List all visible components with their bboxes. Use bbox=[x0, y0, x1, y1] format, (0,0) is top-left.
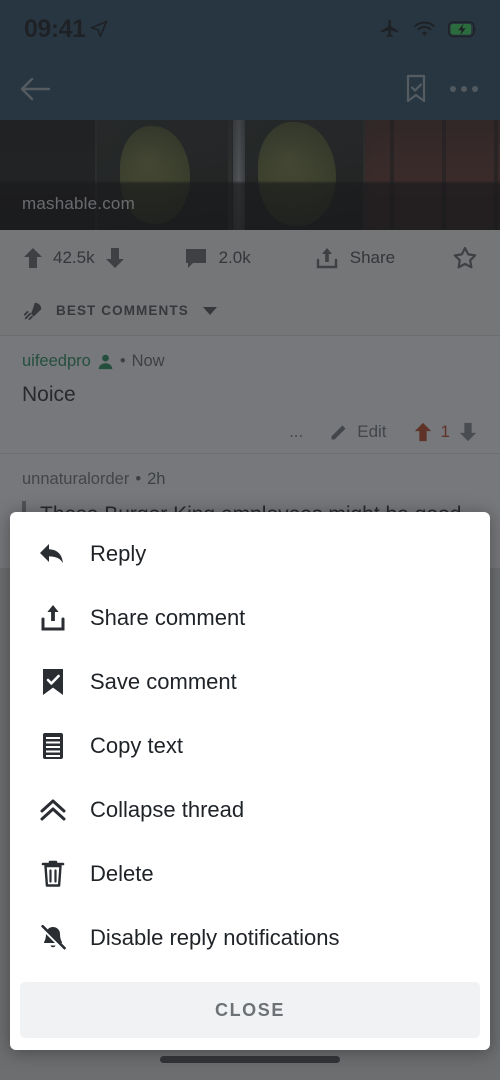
bell-off-icon bbox=[38, 924, 68, 952]
chevron-double-up-icon bbox=[38, 797, 68, 823]
menu-item-label: Disable reply notifications bbox=[90, 925, 340, 950]
menu-item-delete[interactable]: Delete bbox=[10, 842, 490, 906]
menu-item-label: Reply bbox=[90, 541, 147, 566]
menu-item-label: Share comment bbox=[90, 605, 246, 630]
menu-item-label: Copy text bbox=[90, 733, 183, 758]
menu-item-label: Delete bbox=[90, 861, 154, 886]
sheet-footer: CLOSE bbox=[10, 974, 490, 1050]
menu-item-save-comment[interactable]: Save comment bbox=[10, 650, 490, 714]
reply-arrow-icon bbox=[38, 541, 68, 567]
menu-item-copy-text[interactable]: Copy text bbox=[10, 714, 490, 778]
menu-item-label: Collapse thread bbox=[90, 797, 245, 822]
phone-screen: 09:41 bbox=[0, 0, 500, 1080]
bookmark-check-icon bbox=[38, 668, 68, 696]
copy-text-icon bbox=[38, 732, 68, 760]
menu-item-reply[interactable]: Reply bbox=[10, 522, 490, 586]
menu-item-disable-reply-notifications[interactable]: Disable reply notifications bbox=[10, 906, 490, 970]
trash-icon bbox=[38, 860, 68, 888]
home-indicator bbox=[160, 1056, 340, 1063]
sheet-menu: Reply Share comment Save comment Copy te… bbox=[10, 512, 490, 974]
menu-item-label: Save comment bbox=[90, 669, 237, 694]
comment-options-sheet: Reply Share comment Save comment Copy te… bbox=[10, 512, 490, 1050]
close-button[interactable]: CLOSE bbox=[20, 982, 480, 1038]
menu-item-collapse-thread[interactable]: Collapse thread bbox=[10, 778, 490, 842]
share-upload-icon bbox=[38, 604, 68, 632]
menu-item-share-comment[interactable]: Share comment bbox=[10, 586, 490, 650]
